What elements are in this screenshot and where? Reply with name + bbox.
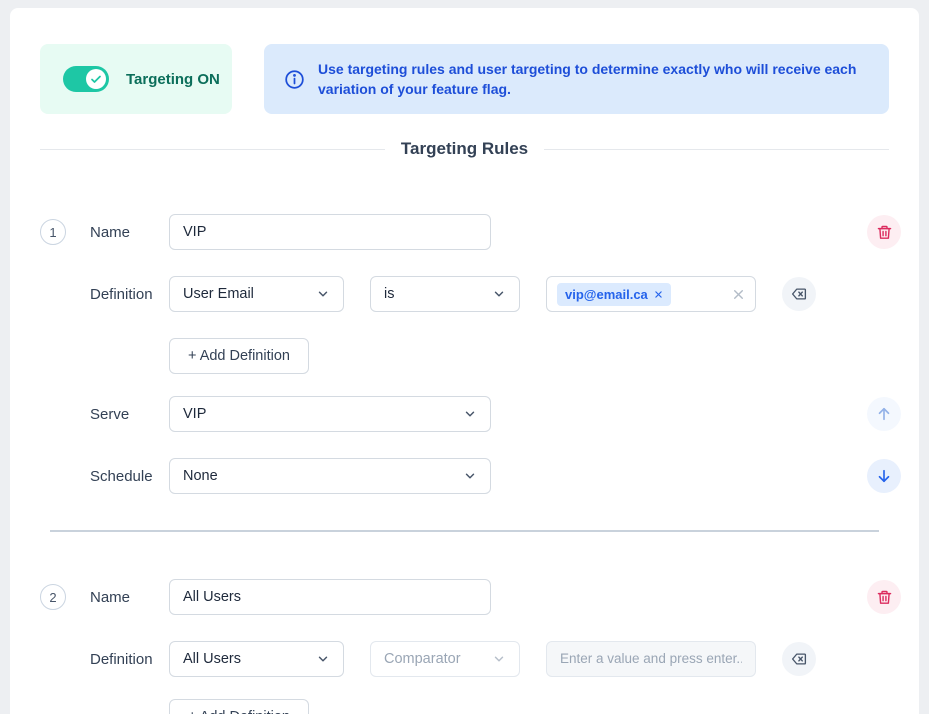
rule2-comparator-select[interactable]: Comparator <box>370 641 520 677</box>
rule1-name-row: 1 Name <box>40 214 889 250</box>
rule2-value-input[interactable] <box>546 641 756 677</box>
rule1-move-down-button[interactable] <box>867 459 901 493</box>
arrow-up-icon <box>875 405 893 423</box>
chevron-down-icon <box>463 469 477 483</box>
toggle-knob <box>86 69 106 89</box>
rule1-property-value: User Email <box>183 286 254 302</box>
arrow-down-icon <box>875 467 893 485</box>
targeting-rule-2: 2 Name Definition All Users Comparator <box>40 579 889 714</box>
schedule-label: Schedule <box>90 468 169 485</box>
rule1-add-definition-button[interactable]: + Add Definition <box>169 338 309 374</box>
rule1-comparator-select[interactable]: is <box>370 276 520 312</box>
info-icon <box>284 69 305 90</box>
rule1-move-up-button[interactable] <box>867 397 901 431</box>
rule1-add-definition-row: + Add Definition <box>40 338 889 374</box>
info-banner-text: Use targeting rules and user targeting t… <box>318 59 869 100</box>
info-banner: Use targeting rules and user targeting t… <box>264 44 889 114</box>
trash-icon <box>876 589 893 606</box>
rule2-comparator-placeholder: Comparator <box>384 651 461 667</box>
rule1-schedule-select[interactable]: None <box>169 458 491 494</box>
check-icon <box>90 73 102 85</box>
rule2-add-definition-row: + Add Definition <box>40 699 889 714</box>
definition-label: Definition <box>90 286 169 303</box>
name-label: Name <box>90 589 169 606</box>
rule2-name-input[interactable] <box>169 579 491 615</box>
rule1-schedule-row: Schedule None <box>40 458 889 494</box>
chip-text: vip@email.ca <box>565 287 648 302</box>
section-title: Targeting Rules <box>401 139 528 159</box>
rule2-name-row: 2 Name <box>40 579 889 615</box>
rule2-backspace-button[interactable] <box>782 642 816 676</box>
chevron-down-icon <box>463 407 477 421</box>
name-label: Name <box>90 224 169 241</box>
rule2-definition-row: Definition All Users Comparator <box>40 641 889 677</box>
rule1-values-input[interactable]: vip@email.ca <box>546 276 756 312</box>
rule1-schedule-value: None <box>183 468 218 484</box>
banner-row: Targeting ON Use targeting rules and use… <box>40 44 889 114</box>
rule1-value-chip: vip@email.ca <box>557 283 671 306</box>
rule1-serve-value: VIP <box>183 406 206 422</box>
targeting-toggle-container: Targeting ON <box>40 44 232 114</box>
section-heading: Targeting Rules <box>40 136 889 162</box>
targeting-rule-1: 1 Name Definition User Email is vip@emai… <box>40 214 889 494</box>
clear-values-icon[interactable] <box>732 288 745 301</box>
backspace-icon <box>790 650 808 668</box>
trash-icon <box>876 224 893 241</box>
rule2-delete-button[interactable] <box>867 580 901 614</box>
rule2-property-value: All Users <box>183 651 241 667</box>
rule1-delete-button[interactable] <box>867 215 901 249</box>
targeting-toggle-label: Targeting ON <box>126 71 220 88</box>
chevron-down-icon <box>316 652 330 666</box>
rule1-serve-select[interactable]: VIP <box>169 396 491 432</box>
rule1-serve-row: Serve VIP <box>40 396 889 432</box>
rule1-comparator-value: is <box>384 286 394 302</box>
heading-divider-right <box>544 149 889 150</box>
targeting-panel: Targeting ON Use targeting rules and use… <box>10 8 919 714</box>
rule1-definition-row: Definition User Email is vip@email.ca <box>40 276 889 312</box>
chevron-down-icon <box>492 652 506 666</box>
rule-separator <box>50 530 879 532</box>
rule1-number-badge: 1 <box>40 219 66 245</box>
chevron-down-icon <box>492 287 506 301</box>
rule1-name-input[interactable] <box>169 214 491 250</box>
rule2-property-select[interactable]: All Users <box>169 641 344 677</box>
rule2-add-definition-button[interactable]: + Add Definition <box>169 699 309 714</box>
backspace-icon <box>790 285 808 303</box>
rule2-number-badge: 2 <box>40 584 66 610</box>
chevron-down-icon <box>316 287 330 301</box>
chip-remove-icon[interactable] <box>654 290 663 299</box>
rule1-backspace-button[interactable] <box>782 277 816 311</box>
serve-label: Serve <box>90 406 169 423</box>
targeting-toggle[interactable] <box>63 66 109 92</box>
definition-label: Definition <box>90 651 169 668</box>
heading-divider-left <box>40 149 385 150</box>
rule1-property-select[interactable]: User Email <box>169 276 344 312</box>
